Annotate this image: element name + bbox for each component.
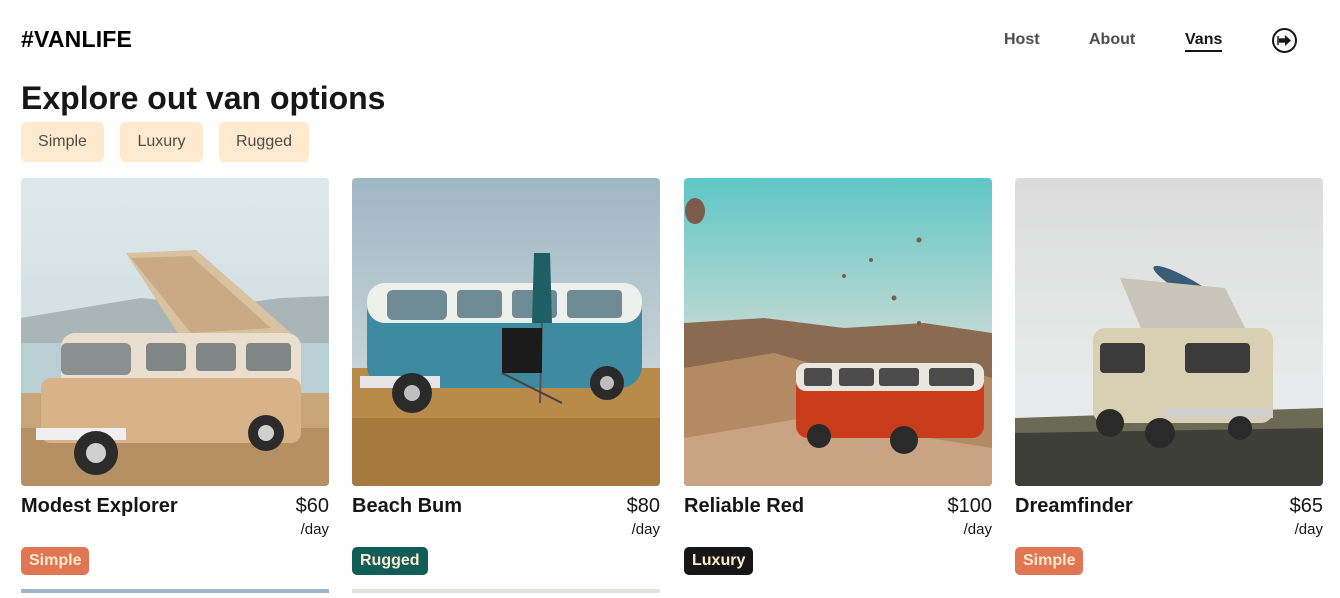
page-title: Explore out van options (21, 80, 386, 116)
site-logo[interactable]: #VANLIFE (21, 26, 132, 53)
logout-icon[interactable] (1271, 27, 1298, 54)
van-type-badge[interactable]: Simple (1015, 547, 1084, 575)
van-price: $100 (947, 495, 993, 517)
van-type-badge[interactable]: Rugged (352, 547, 428, 575)
nav-about[interactable]: About (1089, 31, 1135, 49)
van-name: Beach Bum (352, 495, 463, 517)
van-name: Reliable Red (684, 495, 805, 517)
van-name: Dreamfinder (1015, 495, 1133, 517)
van-card[interactable]: Reliable Red $100 /day Luxury (684, 178, 992, 598)
van-name: Modest Explorer (21, 495, 178, 517)
site-header: #VANLIFE Host About Vans (0, 0, 1340, 80)
price-unit: /day (631, 521, 660, 538)
filter-simple-button[interactable]: Simple (21, 122, 104, 162)
nav-vans[interactable]: Vans (1185, 31, 1223, 52)
next-van-image[interactable] (352, 589, 660, 593)
van-image[interactable] (684, 178, 992, 486)
van-card[interactable]: Modest Explorer $60 /day Simple (21, 178, 329, 598)
filter-rugged-button[interactable]: Rugged (219, 122, 309, 162)
price-unit: /day (1294, 521, 1323, 538)
van-price: $65 (1289, 495, 1323, 517)
next-van-image[interactable] (21, 589, 329, 593)
van-price: $60 (295, 495, 329, 517)
van-image[interactable] (21, 178, 329, 486)
van-card[interactable]: Dreamfinder $65 /day Simple (1015, 178, 1323, 598)
price-unit: /day (963, 521, 992, 538)
nav-host[interactable]: Host (1004, 31, 1040, 49)
filter-luxury-button[interactable]: Luxury (120, 122, 203, 162)
van-image[interactable] (352, 178, 660, 486)
van-card[interactable]: Beach Bum $80 /day Rugged (352, 178, 660, 598)
van-type-badge[interactable]: Simple (21, 547, 90, 575)
van-image[interactable] (1015, 178, 1323, 486)
van-type-badge[interactable]: Luxury (684, 547, 754, 575)
price-unit: /day (300, 521, 329, 538)
van-price: $80 (626, 495, 660, 517)
